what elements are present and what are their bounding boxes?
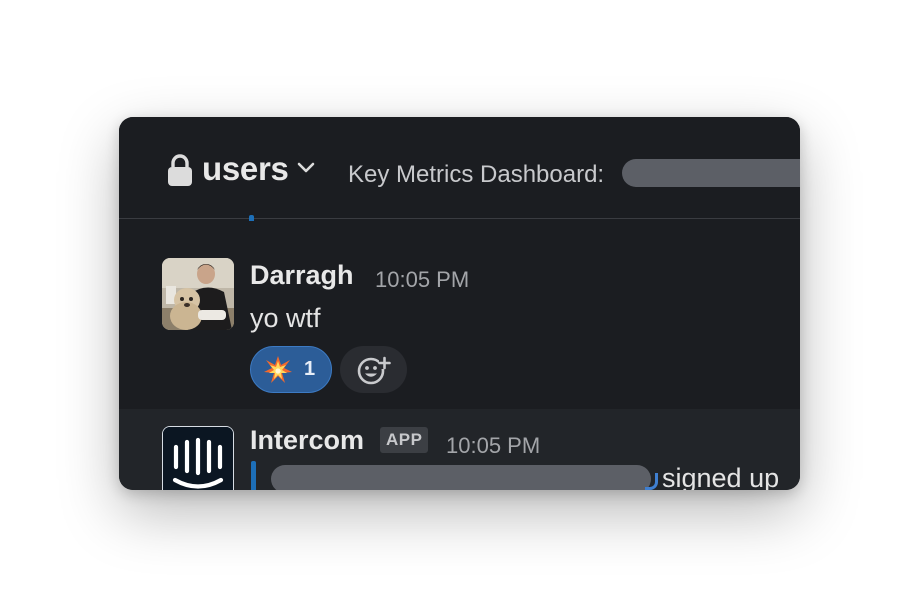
reaction-pill[interactable]: 1: [250, 346, 332, 393]
message-darragh: Darragh 10:05 PM yo wtf 1: [119, 221, 800, 409]
message-text: yo wtf: [250, 303, 321, 333]
user-avatar-photo: [162, 258, 234, 330]
link-underline-tail: [645, 473, 658, 490]
stage: users Key Metrics Dashboard: Darragh 10:…: [0, 0, 918, 606]
lock-icon: [168, 154, 192, 186]
reaction-count: 1: [304, 358, 316, 380]
add-reaction-icon: [357, 356, 391, 385]
app-badge: APP: [380, 427, 429, 453]
chevron-down-icon[interactable]: [297, 162, 315, 174]
redacted-user-link[interactable]: [271, 465, 651, 490]
message-intercom: Intercom APP 10:05 PM signed up: [119, 409, 800, 490]
attachment-quote-bar: [251, 461, 256, 490]
sender-name[interactable]: Intercom: [250, 425, 364, 456]
avatar[interactable]: [162, 426, 234, 490]
previous-message-fragment: [269, 213, 689, 219]
slack-window: users Key Metrics Dashboard: Darragh 10:…: [119, 117, 800, 490]
channel-topic[interactable]: Key Metrics Dashboard:: [348, 161, 604, 189]
collision-emoji: [264, 356, 292, 383]
redacted-link[interactable]: [622, 159, 800, 187]
message-timestamp[interactable]: 10:05 PM: [446, 433, 540, 459]
sender-name[interactable]: Darragh: [250, 260, 354, 291]
intercom-logo: [163, 427, 233, 490]
channel-name[interactable]: users: [202, 150, 289, 188]
signup-text: signed up: [662, 463, 780, 490]
avatar[interactable]: [162, 258, 234, 330]
channel-header: users Key Metrics Dashboard:: [119, 117, 800, 219]
add-reaction-button[interactable]: [340, 346, 407, 393]
message-timestamp[interactable]: 10:05 PM: [375, 267, 469, 293]
